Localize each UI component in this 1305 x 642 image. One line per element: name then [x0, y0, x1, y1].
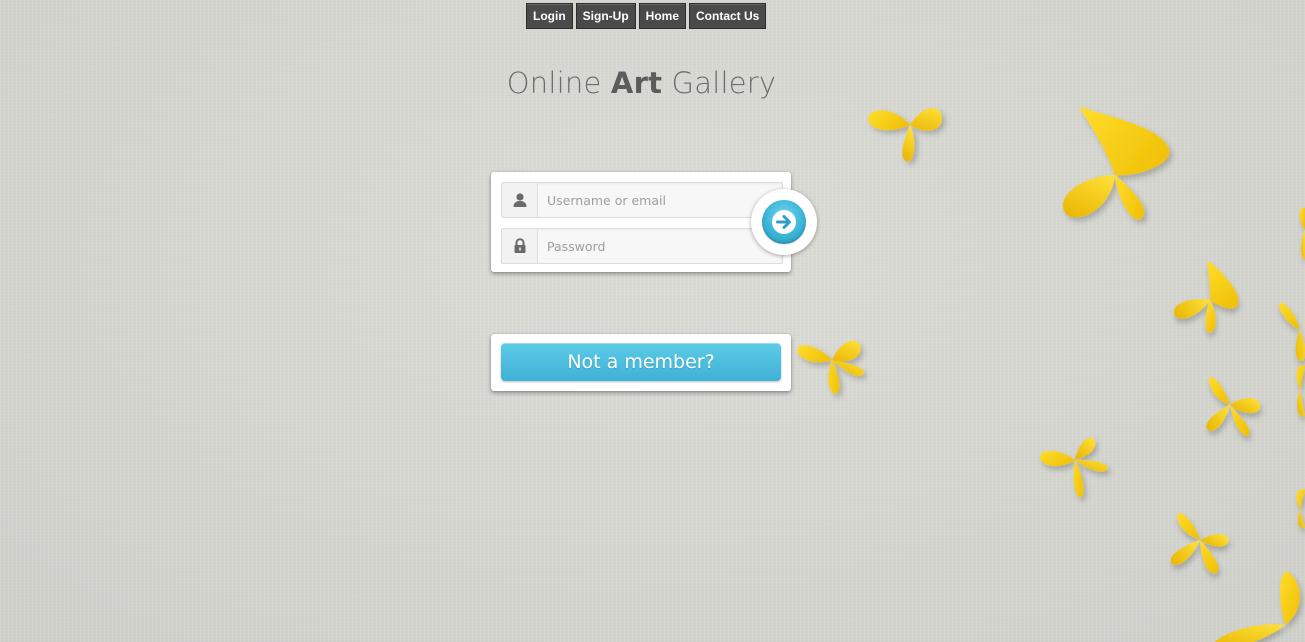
username-field	[501, 182, 783, 218]
nav-login-button[interactable]: Login	[526, 3, 573, 29]
nav-home-button[interactable]: Home	[638, 3, 686, 29]
password-field	[501, 228, 783, 264]
signup-card: Not a member?	[491, 334, 791, 391]
top-nav: Login Sign-Up Home Contact Us	[526, 3, 767, 29]
page-title: Online Art Gallery	[0, 66, 1283, 100]
nav-signup-button[interactable]: Sign-Up	[575, 3, 636, 29]
login-form	[491, 172, 791, 272]
nav-contact-button[interactable]: Contact Us	[689, 3, 767, 29]
title-part-online: Online	[506, 66, 611, 100]
title-part-gallery: Gallery	[662, 66, 777, 100]
title-part-art: Art	[610, 66, 663, 100]
password-input[interactable]	[538, 230, 776, 262]
username-input[interactable]	[538, 184, 776, 216]
arrow-right-icon	[772, 210, 796, 234]
login-submit-button[interactable]	[762, 200, 806, 244]
not-a-member-button[interactable]: Not a member?	[501, 343, 781, 381]
lock-icon	[502, 229, 538, 263]
login-submit-ring	[751, 189, 817, 255]
user-icon	[502, 183, 538, 217]
